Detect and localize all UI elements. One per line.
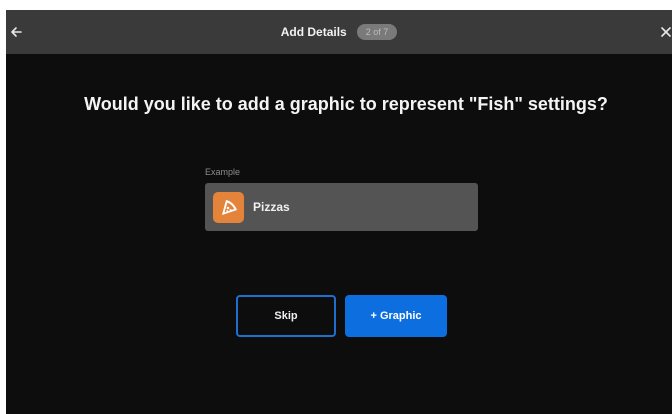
header-title-group: Add Details 2 of 7 (6, 10, 672, 54)
pizza-icon (213, 191, 244, 223)
step-badge: 2 of 7 (356, 24, 398, 40)
example-card: Pizzas (205, 183, 478, 231)
example-item-label: Pizzas (253, 200, 290, 214)
arrow-left-icon (11, 27, 22, 37)
add-details-window: Add Details 2 of 7 Would you like to add… (6, 10, 672, 414)
page-title: Add Details (280, 25, 347, 39)
header-bar: Add Details 2 of 7 (6, 10, 672, 54)
close-button[interactable] (656, 22, 672, 42)
close-icon (661, 27, 671, 37)
question-heading: Would you like to add a graphic to repre… (84, 94, 608, 114)
skip-button[interactable]: Skip (236, 295, 336, 337)
example-label: Example (205, 167, 241, 177)
add-graphic-button[interactable]: + Graphic (345, 295, 447, 337)
back-button[interactable] (6, 22, 26, 42)
